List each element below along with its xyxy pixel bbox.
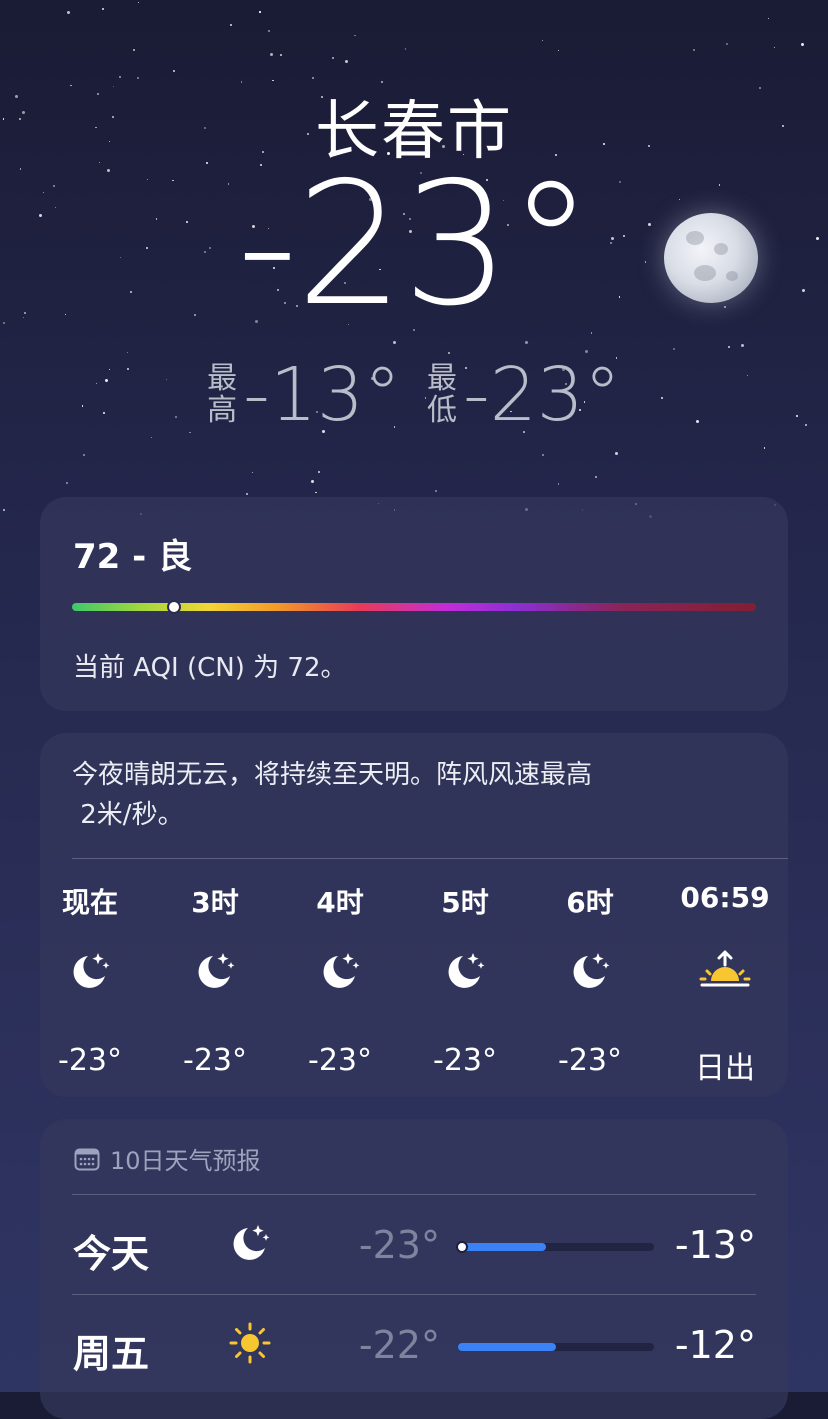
temperature-range-bar [456, 1241, 654, 1253]
hour-temperature: 日出 [695, 1051, 755, 1086]
moon-stars-icon [35, 949, 145, 1021]
ten-day-header: 10日天气预报 [74, 1141, 261, 1176]
moon-stars-icon [228, 1221, 272, 1269]
ten-day-title: 10日天气预报 [110, 1147, 261, 1175]
hourly-forecast-card[interactable]: 今夜晴朗无云，将持续至天明。阵风风速最高 2米/秒。 现在 -23° 3时 -23… [40, 733, 788, 1097]
hour-temperature: -23° [558, 1043, 622, 1078]
high-temperature: -12° [674, 1323, 756, 1367]
sun-icon [228, 1321, 272, 1369]
daily-row[interactable]: 周五 -22° -12° [40, 1297, 788, 1393]
moon-stars-icon [535, 949, 645, 1021]
aqi-title: 72 - 良 [73, 537, 193, 577]
daily-row[interactable]: 今天 -23° -13° [40, 1197, 788, 1293]
divider [72, 858, 788, 859]
air-quality-card[interactable]: 72 - 良 当前 AQI (CN) 为 72。 [40, 497, 788, 711]
hour-temperature: -23° [308, 1043, 372, 1078]
temperature-range-fill [458, 1243, 547, 1251]
temperature-range-fill [458, 1343, 556, 1351]
hourly-list[interactable]: 现在 -23° 3时 -23° 4时 -23° 5时 -23° 6时 -23° 06:59 [40, 881, 788, 1086]
moon-stars-icon [285, 949, 395, 1021]
low-temperature: -23° [358, 1223, 440, 1267]
current-temperature-marker [456, 1241, 468, 1253]
high-temperature: -13° [243, 352, 401, 438]
ten-day-forecast-card[interactable]: 10日天气预报 今天 -23° -13° 周五 -22° -12° [40, 1119, 788, 1419]
hour-label: 5时 [441, 886, 489, 919]
hour-temperature: -23° [58, 1043, 122, 1078]
hourly-item: 4时 -23° [285, 881, 395, 1078]
hour-label: 6时 [566, 886, 614, 919]
divider [72, 1194, 756, 1195]
hourly-item: 5时 -23° [410, 881, 520, 1078]
aqi-description: 当前 AQI (CN) 为 72。 [73, 653, 347, 683]
divider [72, 1294, 756, 1295]
temperature-range-bar [458, 1343, 654, 1351]
high-temperature: -13° [674, 1223, 756, 1267]
moon-stars-icon [160, 949, 270, 1021]
day-label: 今天 [73, 1232, 150, 1276]
low-temperature: -23° [463, 352, 621, 438]
hour-temperature: -23° [183, 1043, 247, 1078]
hour-label: 4时 [316, 886, 364, 919]
day-label: 周五 [73, 1332, 150, 1376]
hourly-item: 6时 -23° [535, 881, 645, 1078]
hourly-item: 06:59 日出 [670, 881, 780, 1087]
high-low-temperatures: 最 高 -13° 最 低 -23° [0, 352, 828, 438]
weather-summary: 今夜晴朗无云，将持续至天明。阵风风速最高 2米/秒。 [72, 760, 593, 830]
aqi-scale-marker [167, 600, 182, 614]
hour-label: 06:59 [680, 881, 770, 914]
hour-label: 现在 [61, 886, 118, 919]
hourly-item: 3时 -23° [160, 881, 270, 1078]
current-temperature: -23° [236, 146, 594, 344]
hourly-item: 现在 -23° [35, 881, 145, 1078]
sunrise-icon [670, 949, 780, 1021]
moon-stars-icon [410, 949, 520, 1021]
calendar-icon [74, 1148, 100, 1170]
low-label: 最 低 [427, 361, 457, 428]
hour-label: 3时 [191, 886, 239, 919]
low-temperature: -22° [358, 1323, 440, 1367]
hour-temperature: -23° [433, 1043, 497, 1078]
high-label: 最 高 [207, 361, 238, 428]
